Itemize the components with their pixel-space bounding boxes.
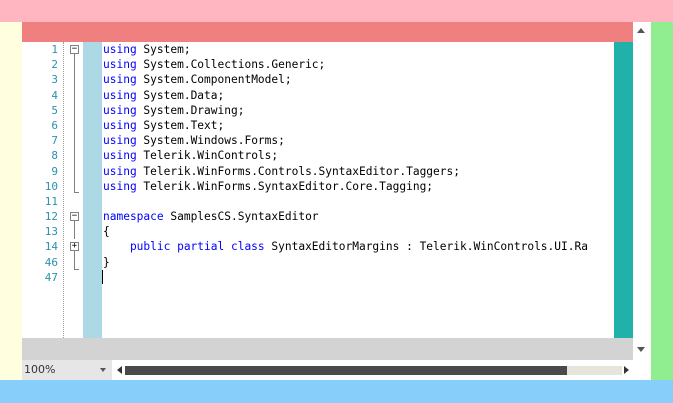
- editor-right-margin: [614, 42, 633, 338]
- line-number: 5: [51, 103, 58, 117]
- line-number: 14: [44, 240, 58, 254]
- code-keyword: using: [103, 43, 137, 56]
- expand-toggle-class[interactable]: +: [70, 242, 79, 251]
- line-number: 11: [44, 194, 58, 208]
- code-line[interactable]: [103, 270, 614, 285]
- folding-margin: − − +: [58, 42, 82, 338]
- line-number: 4: [51, 88, 58, 102]
- code-line[interactable]: using System.Data;: [103, 88, 614, 103]
- line-number: 8: [51, 149, 58, 163]
- code-keyword: using: [103, 88, 137, 102]
- collapse-toggle-namespace[interactable]: −: [70, 212, 79, 221]
- code-keyword: using: [103, 118, 137, 132]
- code-keyword: using: [103, 149, 137, 163]
- fold-guide-end: [74, 269, 79, 270]
- code-line[interactable]: namespace SamplesCS.SyntaxEditor: [103, 209, 614, 224]
- vertical-scrollbar[interactable]: [633, 22, 651, 360]
- margin-separator: [63, 42, 64, 338]
- code-line[interactable]: }: [103, 255, 614, 270]
- code-keyword: using: [103, 58, 137, 72]
- bottom-margin: [0, 380, 673, 403]
- left-margin: [0, 22, 22, 380]
- code-text[interactable]: using System; using System.Collections.Ge…: [103, 42, 614, 338]
- code-line[interactable]: {: [103, 224, 614, 239]
- code-text-segment: {: [103, 225, 110, 239]
- arrow-left-icon[interactable]: [117, 366, 122, 374]
- arrow-right-icon[interactable]: [624, 366, 629, 374]
- code-line[interactable]: using System.Collections.Generic;: [103, 57, 614, 72]
- line-number-margin: 1 2 3 4 5 6 7 8 9 10 11 12 13 14 46 47: [22, 42, 58, 285]
- line-number: 13: [44, 225, 58, 239]
- horizontal-scrollbar-thumb[interactable]: [125, 366, 567, 375]
- line-number: 7: [51, 134, 58, 148]
- line-number: 9: [51, 164, 58, 178]
- code-text-segment: System.Data;: [136, 88, 225, 102]
- code-line[interactable]: using System.Windows.Forms;: [103, 133, 614, 148]
- editor-top-margin: [22, 22, 633, 42]
- code-text-segment: Telerik.WinForms.Controls.SyntaxEditor.T…: [136, 164, 460, 178]
- code-text-segment: System;: [136, 43, 191, 56]
- line-number: 3: [51, 73, 58, 87]
- code-keyword: using: [103, 134, 137, 148]
- zoom-value: 100%: [24, 363, 56, 376]
- fold-guide: [74, 54, 75, 192]
- code-keyword: public partial class: [103, 240, 265, 254]
- code-line[interactable]: using Telerik.WinControls;: [103, 148, 614, 163]
- fold-guide: [74, 221, 75, 239]
- code-text-segment: SamplesCS.SyntaxEditor: [163, 210, 319, 224]
- zoom-dropdown[interactable]: 100%: [22, 360, 112, 380]
- code-line[interactable]: public partial class SyntaxEditorMargins…: [103, 239, 614, 254]
- code-text-segment: Telerik.WinControls;: [136, 149, 279, 163]
- top-margin: [0, 0, 673, 22]
- code-keyword: using: [103, 73, 137, 87]
- line-number: 47: [44, 270, 58, 284]
- code-line[interactable]: using System;: [103, 42, 614, 57]
- editor-bottom-margin: [22, 338, 633, 360]
- code-text-segment: SyntaxEditorMargins : Telerik.WinControl…: [264, 240, 588, 254]
- collapse-toggle-usings[interactable]: −: [70, 45, 79, 54]
- code-line[interactable]: using Telerik.WinForms.SyntaxEditor.Core…: [103, 179, 614, 194]
- right-margin: [651, 22, 673, 380]
- code-text-segment: System.Windows.Forms;: [136, 134, 285, 148]
- code-line[interactable]: using System.Text;: [103, 118, 614, 133]
- line-number: 1: [51, 43, 58, 56]
- line-number: 6: [51, 118, 58, 132]
- code-text-segment: Telerik.WinForms.SyntaxEditor.Core.Taggi…: [136, 179, 434, 193]
- code-text-segment: }: [103, 255, 110, 269]
- code-text-segment: System.ComponentModel;: [136, 73, 292, 87]
- fold-guide: [74, 251, 75, 269]
- code-line[interactable]: using System.ComponentModel;: [103, 72, 614, 87]
- code-keyword: namespace: [103, 210, 164, 224]
- arrow-up-icon[interactable]: [637, 28, 645, 33]
- fold-guide-end: [74, 192, 79, 193]
- code-line[interactable]: using Telerik.WinForms.Controls.SyntaxEd…: [103, 164, 614, 179]
- code-line[interactable]: [103, 194, 614, 209]
- line-number: 10: [44, 179, 58, 193]
- code-text-segment: System.Drawing;: [136, 103, 245, 117]
- code-keyword: using: [103, 164, 137, 178]
- code-keyword: using: [103, 179, 137, 193]
- code-line[interactable]: using System.Drawing;: [103, 103, 614, 118]
- line-number: 46: [44, 255, 58, 269]
- arrow-down-icon[interactable]: [637, 347, 645, 352]
- code-text-segment: System.Collections.Generic;: [136, 58, 326, 72]
- code-keyword: using: [103, 103, 137, 117]
- chevron-down-icon[interactable]: [100, 368, 106, 372]
- text-caret: [102, 270, 103, 284]
- code-text-segment: System.Text;: [136, 118, 225, 132]
- indicator-margin: [83, 42, 102, 338]
- line-number: 2: [51, 58, 58, 72]
- line-number: 12: [44, 210, 58, 224]
